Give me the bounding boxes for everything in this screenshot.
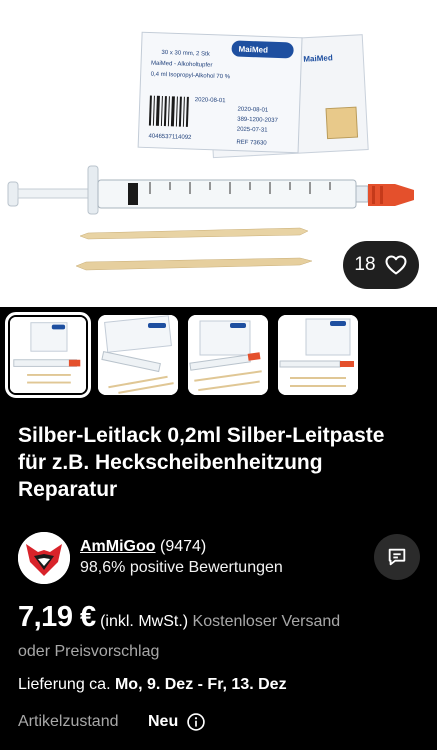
back-pad-brand: MaiMed (303, 53, 333, 64)
thumbnail-1-image (10, 317, 86, 393)
watch-count: 18 (354, 254, 376, 275)
thumbnail-4-image (278, 315, 358, 395)
product-hero-image[interactable]: MaiMed MaiMed 30 x 30 mm, 2 Stk MaiMed -… (0, 0, 437, 307)
delivery-prefix: Lieferung ca. (18, 676, 111, 693)
chat-icon (388, 548, 406, 566)
seller-avatar[interactable] (18, 532, 70, 584)
thumbnail-3[interactable] (188, 315, 268, 395)
thumbnail-strip (5, 312, 358, 398)
thumbnail-2[interactable] (98, 315, 178, 395)
item-condition: Artikelzustand Neu (18, 712, 418, 732)
pad-ref: REF 73630 (236, 140, 267, 147)
condition-value: Neu (148, 713, 179, 730)
delivery-range: Mo, 9. Dez - Fr, 13. Dez (114, 676, 287, 693)
seller-card: AmMiGoo (9474) 98,6% positive Bewertunge… (18, 531, 420, 585)
heart-icon (385, 255, 407, 275)
seller-positive-rating: 98,6% positive Bewertungen (80, 559, 283, 576)
seller-name-link[interactable]: AmMiGoo (80, 538, 156, 555)
tax-note: (inkl. MwSt.) (100, 613, 189, 630)
price: 7,19 € (18, 601, 96, 633)
thumbnail-3-image (188, 315, 268, 395)
seller-feedback-count: (9474) (160, 538, 207, 555)
thumbnail-4[interactable] (278, 315, 358, 395)
thumbnail-1[interactable] (5, 312, 91, 398)
front-pad-brand: MaiMed (238, 45, 268, 55)
product-title: Silber-Leitlack 0,2ml Silber-Leitpaste f… (18, 424, 385, 501)
seller-info: AmMiGoo (9474) 98,6% positive Bewertunge… (80, 537, 283, 579)
pad-date-display: 2020-08-01 (237, 107, 269, 114)
shipping-info: Kostenloser Versand (192, 613, 341, 630)
thumbnail-2-image (98, 315, 178, 395)
watch-count-button[interactable]: 18 (343, 241, 419, 289)
condition-label: Artikelzustand (18, 713, 119, 730)
price-row: 7,19 € (inkl. MwSt.) Kostenloser Versand (18, 601, 428, 635)
delivery-estimate: Lieferung ca. Mo, 9. Dez - Fr, 13. Dez (18, 676, 287, 694)
contact-seller-button[interactable] (374, 534, 420, 580)
best-offer-text: oder Preisvorschlag (18, 643, 160, 660)
pad-date-2: 2025-07-31 (237, 127, 269, 134)
pad-date-1: 2020-08-01 (195, 97, 227, 104)
fox-logo-icon (18, 532, 70, 584)
info-icon[interactable] (186, 712, 206, 732)
